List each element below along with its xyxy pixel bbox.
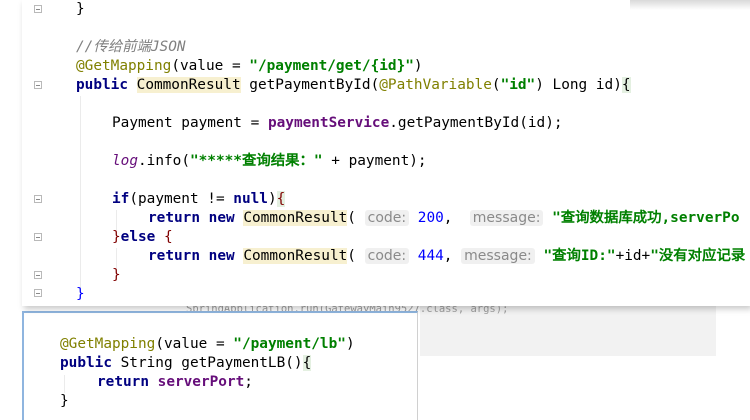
else-close-brace: } (112, 229, 121, 245)
indent-guide (80, 96, 81, 292)
fold-marker-icon[interactable] (34, 195, 42, 203)
indent-guide (64, 375, 65, 393)
keyword-null: null (233, 191, 268, 207)
code-line-close-brace: } (76, 0, 85, 19)
keyword-new: new (208, 248, 235, 264)
annotation-pathvariable: @PathVariable (379, 77, 492, 93)
fold-marker-icon[interactable] (34, 289, 42, 297)
mapping-args-open: (value = (171, 58, 250, 74)
keyword-else: else (120, 229, 156, 245)
keyword-return: return (148, 210, 200, 226)
pv-close-params: ) Long id) (535, 77, 622, 93)
fold-marker-icon[interactable] (34, 233, 42, 241)
if-cond-open: (payment != (129, 191, 234, 207)
code-line-lb-return: return serverPort; (97, 373, 253, 392)
result-class: CommonResult (243, 210, 348, 226)
code-line-return-fail: return new CommonResult( code: 444, mess… (148, 247, 745, 266)
if-open-brace: { (276, 191, 286, 207)
code-line-lb-signature: public String getPaymentLB(){ (60, 354, 312, 373)
code-line-return-success: return new CommonResult( code: 200, mess… (148, 209, 739, 228)
code-comment: //传给前端JSON (76, 39, 186, 55)
code-line-if: if(payment != null){ (112, 190, 286, 209)
mapping-args-open: (value = (155, 336, 234, 352)
method-name: getPaymentById( (240, 77, 380, 93)
log-call-rest: + payment); (322, 153, 427, 169)
keyword-new: new (208, 210, 235, 226)
keyword-if: if (112, 191, 130, 207)
fail-message-concat: +id+ (615, 248, 651, 264)
code-line-method-close: } (76, 285, 85, 304)
keyword-public: public (60, 355, 112, 371)
code-line-if-close: } (112, 266, 121, 285)
close-brace: } (60, 393, 69, 409)
bottom-code-editor[interactable]: @GetMapping(value = "/payment/lb") publi… (22, 311, 418, 420)
mapping-path-string: "/payment/lb" (233, 336, 346, 352)
comma: , (443, 248, 453, 264)
if-close-brace: } (112, 267, 121, 283)
keyword-return: return (97, 374, 149, 390)
fail-message-string-2: "没有对应记录 (650, 248, 746, 264)
log-field: log (112, 153, 138, 169)
result-class: CommonResult (243, 248, 348, 264)
code-value: 200 (417, 210, 444, 226)
indent-guide (116, 210, 117, 230)
code-line-lb-mapping: @GetMapping(value = "/payment/lb") (60, 335, 355, 354)
code-line-get-mapping: @GetMapping(value = "/payment/get/{id}") (76, 57, 423, 76)
open-brace: { (302, 355, 312, 371)
if-cond-close: ) (267, 191, 277, 207)
payment-decl: Payment payment = (112, 115, 268, 131)
log-call-open: .info( (138, 153, 190, 169)
field-server-port: serverPort (157, 374, 245, 390)
main-code-editor[interactable]: } //传给前端JSON @GetMapping(value = "/payme… (22, 0, 750, 306)
success-message-string: "查询数据库成功,serverPo (552, 210, 740, 226)
code-line-else: }else { (112, 228, 173, 247)
close-brace: } (76, 1, 85, 17)
method-open-brace: { (621, 77, 631, 93)
parameter-hint-code: code: (364, 248, 410, 264)
fold-marker-icon[interactable] (34, 81, 42, 89)
log-string: "*****查询结果：" (189, 153, 323, 169)
window-edge-shadow (630, 0, 750, 10)
code-value: 444 (417, 248, 444, 264)
pv-value: "id" (500, 77, 536, 93)
code-line-method-signature: public CommonResult getPaymentById(@Path… (76, 76, 631, 95)
annotation-getmapping: @GetMapping (76, 58, 172, 74)
mapping-args-close: ) (413, 58, 423, 74)
indent-guide (116, 248, 117, 268)
fail-message-string-1: "查询ID:" (543, 248, 616, 264)
semicolon: ; (244, 374, 253, 390)
else-open-brace: { (164, 229, 173, 245)
keyword-public: public (76, 77, 128, 93)
paren-open: ( (347, 210, 356, 226)
method-close-brace: } (76, 286, 85, 302)
parameter-hint-message: message: (461, 248, 535, 264)
parameter-hint-code: code: (364, 210, 410, 226)
field-payment-service: paymentService (267, 115, 390, 131)
code-line-lb-close: } (60, 392, 69, 411)
keyword-return: return (148, 248, 200, 264)
fold-marker-icon[interactable] (34, 5, 42, 13)
fold-marker-icon[interactable] (34, 271, 42, 279)
parameter-hint-message: message: (469, 210, 544, 226)
method-signature: String getPaymentLB() (111, 355, 303, 371)
mapping-args-close: ) (345, 336, 355, 352)
code-line-log: log.info("*****查询结果：" + payment); (112, 152, 427, 171)
code-line-comment: //传给前端JSON (76, 38, 186, 57)
mapping-path-string: "/payment/get/{id}" (249, 58, 414, 74)
service-call: .getPaymentById(id); (389, 115, 563, 131)
return-type: CommonResult (136, 77, 241, 93)
comma: , (443, 210, 453, 226)
annotation-getmapping: @GetMapping (60, 336, 156, 352)
pv-open: ( (491, 77, 501, 93)
code-line-payment-decl: Payment payment = paymentService.getPaym… (112, 114, 563, 133)
paren-open: ( (347, 248, 356, 264)
